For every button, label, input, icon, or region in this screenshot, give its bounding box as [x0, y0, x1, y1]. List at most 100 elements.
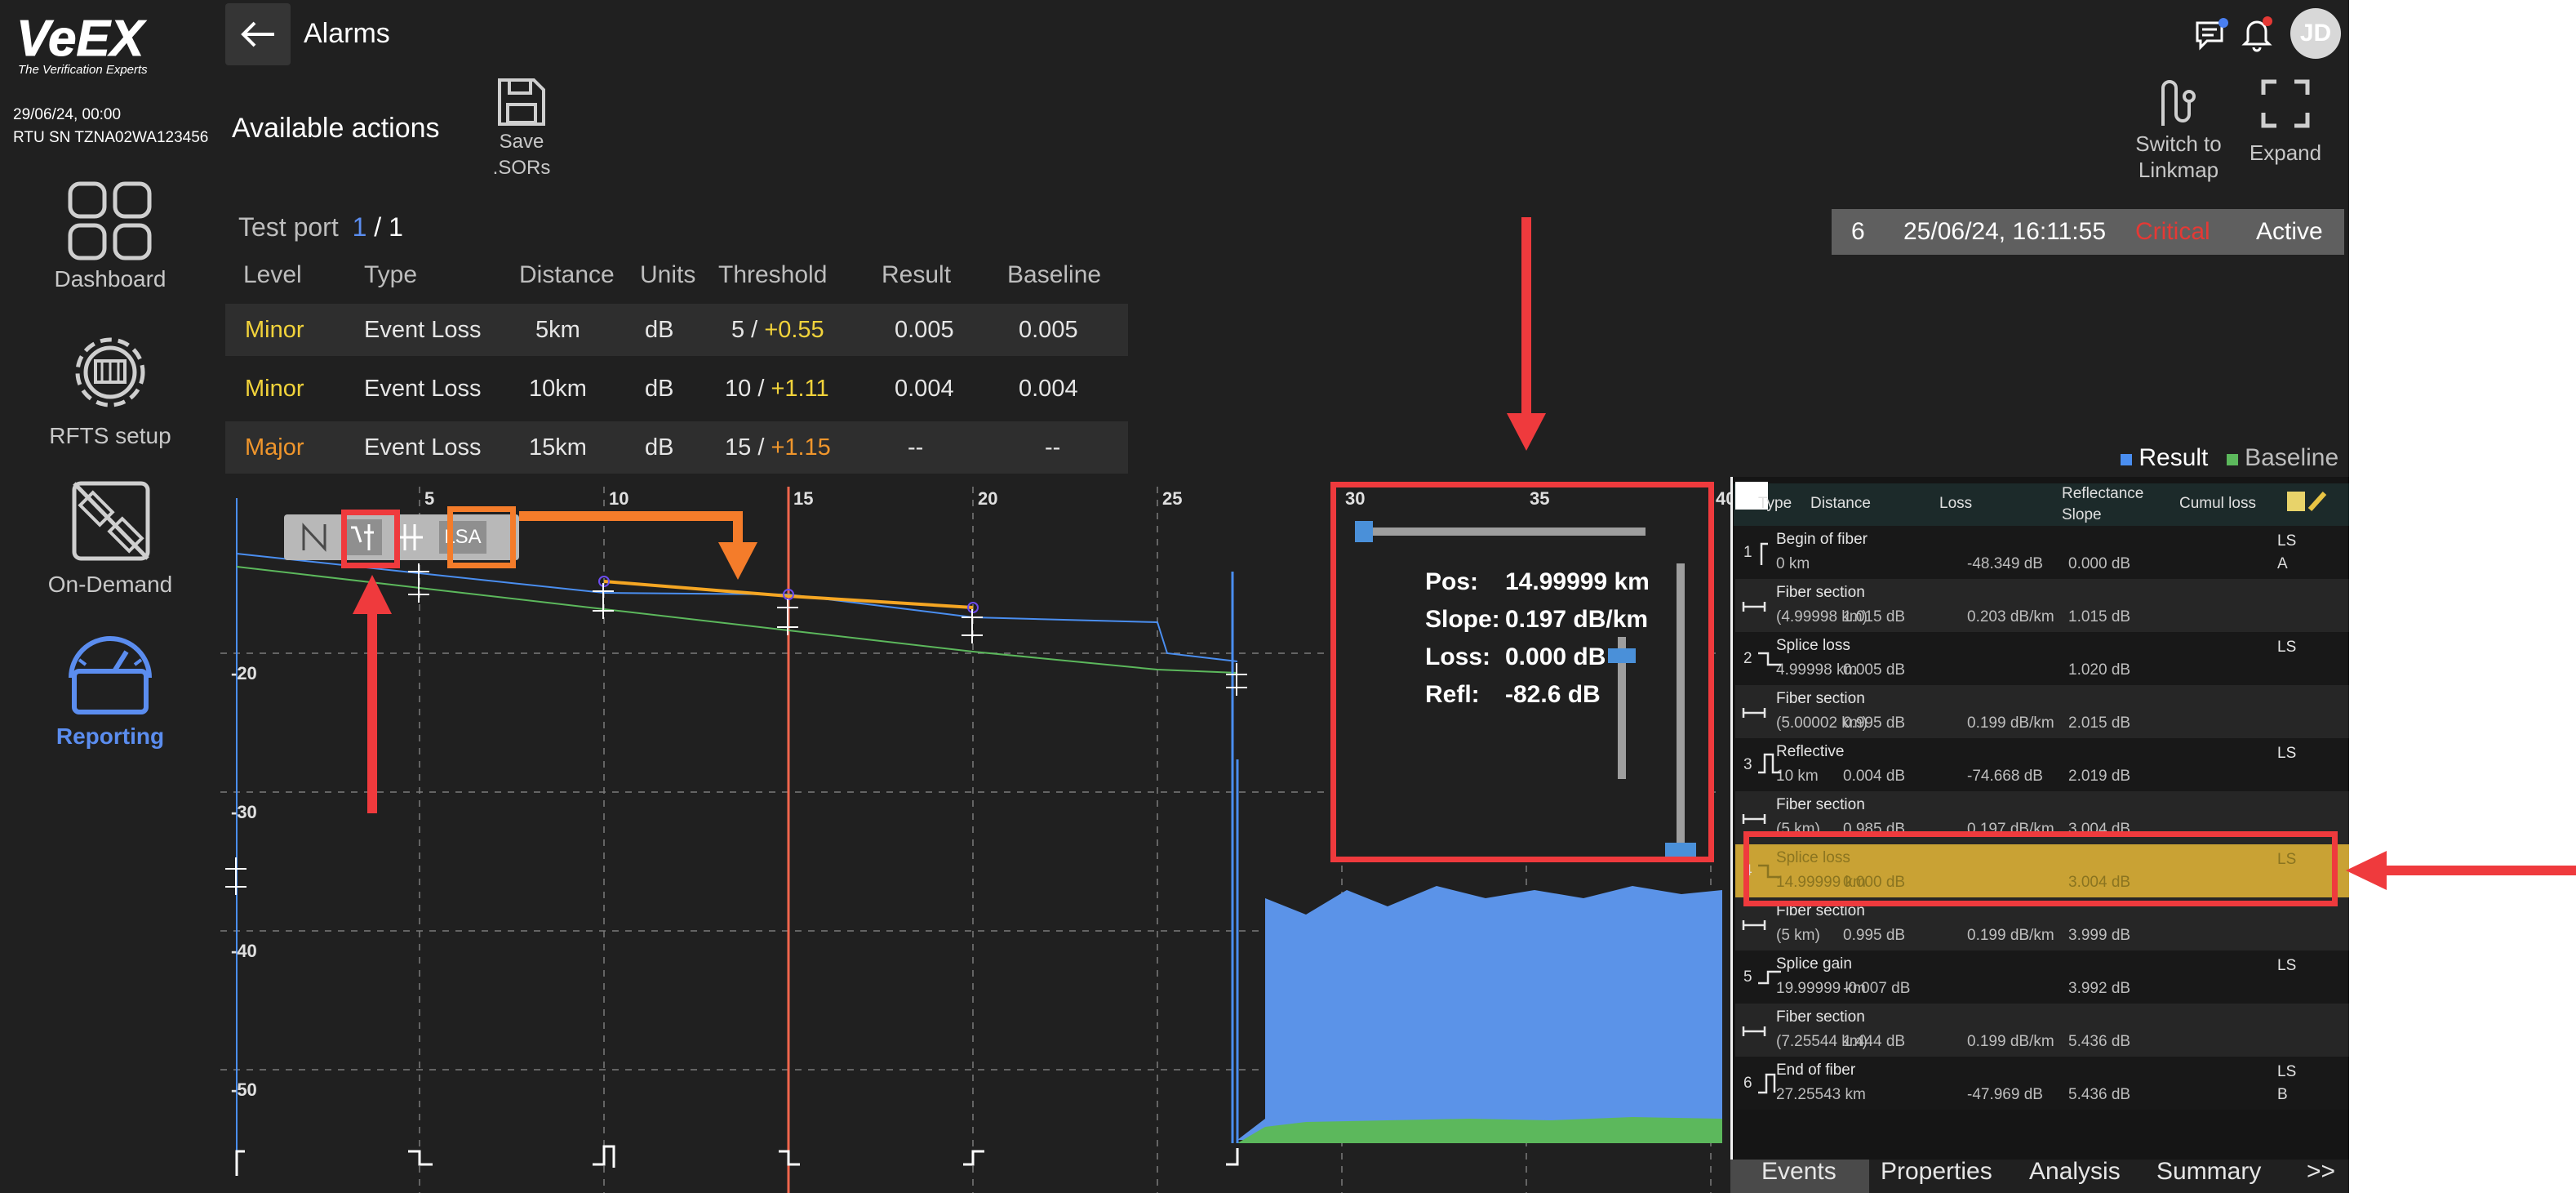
event-cumul-loss: 2.019 dB [2068, 768, 2131, 785]
event-cumul-loss: 5.436 dB [2068, 1086, 2131, 1103]
save-label: Save [499, 131, 544, 153]
tab-events-label[interactable]: Events [1761, 1158, 1837, 1186]
switch-to-linkmap-button[interactable]: Switch to Linkmap [2125, 77, 2232, 183]
alarm-row[interactable]: Major Event Loss 15km dB 15 / +1.15 -- -… [225, 421, 1128, 474]
col-header-type: Type [364, 261, 418, 288]
switch-label-ext: Linkmap [2138, 158, 2219, 182]
alarm-threshold: 10 / +1.11 [725, 363, 829, 415]
sidebar-item-on-demand[interactable]: On-Demand [16, 475, 204, 598]
avatar[interactable]: JD [2290, 8, 2341, 59]
event-row[interactable]: 1 Begin of fiber 0 km -48.349 dB 0.000 dB LS A [1735, 526, 2349, 579]
gear-icon [75, 337, 145, 407]
event-row[interactable]: 2 Splice loss 4.99998 km 0.005 dB 1.020 dB LS [1735, 632, 2349, 685]
event-name: Reflective [1776, 743, 1845, 760]
tab-more[interactable]: >> [2307, 1158, 2335, 1186]
y-tick-label: -40 [231, 941, 257, 961]
expand-icon [2261, 79, 2310, 128]
test-port-total: 1 [389, 212, 403, 242]
alarm-type: Event Loss [364, 434, 482, 461]
alarm-level: Minor [245, 376, 304, 402]
event-name: End of fiber [1776, 1062, 1856, 1079]
save-label-ext: .SORs [492, 157, 551, 179]
alarm-units: dB [645, 317, 674, 343]
event-cumul-loss: 2.015 dB [2068, 714, 2131, 732]
threshold-delta: +0.55 [764, 317, 824, 343]
events-col-cumul-loss: Cumul loss [2179, 495, 2256, 512]
event-reflectance: -48.349 dB [1967, 555, 2043, 572]
messages-icon[interactable] [2194, 16, 2230, 52]
threshold-base: 10 / [725, 376, 771, 402]
test-port-current: 1 [352, 212, 367, 242]
legend-result-swatch [2121, 454, 2132, 465]
expand-button[interactable]: Expand [2246, 77, 2325, 166]
alarm-threshold: 5 / +0.55 [731, 304, 824, 356]
legend-result-label: Result [2139, 444, 2209, 471]
device-datetime: 29/06/24, 00:00 [13, 106, 122, 123]
event-name: Fiber section [1776, 690, 1865, 707]
x-tick-label: 5 [424, 488, 435, 509]
event-row[interactable]: 5 Splice gain 19.99999 km -0.007 dB 3.992 dB… [1735, 950, 2349, 1004]
legend-baseline-swatch [2226, 454, 2238, 465]
event-row[interactable]: 6 End of fiber 27.25543 km -47.969 dB 5.436 … [1735, 1057, 2349, 1110]
threshold-base: 15 / [725, 434, 771, 461]
event-cumul-loss: 1.015 dB [2068, 608, 2131, 625]
alarm-baseline: -- [1045, 434, 1061, 461]
annotation-box-lsa [447, 506, 516, 568]
alarm-units: dB [645, 376, 674, 402]
event-flag: LS [2277, 957, 2297, 974]
splice-event-icon [1758, 652, 1781, 666]
sidebar-item-rfts-setup[interactable]: RFTS setup [16, 327, 204, 449]
sidebar-item-reporting[interactable]: Reporting [16, 627, 204, 750]
back-button[interactable] [225, 3, 291, 65]
section-event-icon [1742, 708, 1766, 718]
sidebar-item-dashboard[interactable]: Dashboard [16, 181, 204, 292]
event-loss: 1.015 dB [1843, 608, 1906, 625]
event-cumul-loss: 5.436 dB [2068, 1033, 2131, 1050]
notifications-bell-icon[interactable] [2240, 15, 2276, 52]
veex-logo: VeEX The Verification Experts [16, 11, 149, 77]
save-sors-button[interactable]: Save .SORs [485, 75, 558, 181]
tab-analysis[interactable]: Analysis [2029, 1158, 2121, 1186]
sidebar-item-label: Dashboard [54, 266, 167, 292]
trace-icon [302, 523, 326, 552]
sidebar-item-label: Reporting [56, 723, 165, 749]
section-event-icon [1742, 814, 1766, 824]
event-flag: LS [2277, 639, 2297, 656]
event-row[interactable]: Fiber section (7.25544 km) 1.444 dB 0.199 d… [1735, 1004, 2349, 1057]
trace-mode-button[interactable] [300, 521, 333, 554]
event-name: Fiber section [1776, 1008, 1865, 1026]
gauge-icon [69, 636, 152, 714]
annotation-box-event-row [1743, 831, 2338, 906]
col-header-threshold: Threshold [718, 261, 828, 288]
chart-legend: Result Baseline [2121, 444, 2338, 472]
test-port-indicator: Test port 1 / 1 [238, 212, 403, 243]
legend-baseline-label: Baseline [2245, 444, 2339, 471]
event-flag: LS [2277, 532, 2297, 550]
available-actions-title: Available actions [232, 113, 440, 144]
event-row[interactable]: 3 Reflective 10 km 0.004 dB -74.668 dB 2.019 … [1735, 738, 2349, 791]
alarm-result: -- [908, 434, 924, 461]
alarm-row[interactable]: Minor Event Loss 5km dB 5 / +0.55 0.005 … [225, 304, 1128, 356]
event-reflectance: 0.199 dB/km [1967, 714, 2054, 732]
event-row[interactable]: Fiber section (4.99998 km) 1.015 dB 0.203 d… [1735, 579, 2349, 632]
alarm-units: dB [645, 434, 674, 461]
alarm-distance: 10km [529, 376, 587, 402]
on-demand-icon [72, 481, 150, 561]
svg-text:VeEX: VeEX [16, 11, 147, 67]
alarm-threshold: 15 / +1.15 [725, 421, 831, 474]
alarm-datetime: 25/06/24, 16:11:55 [1903, 218, 2106, 245]
alarm-type: Event Loss [364, 317, 482, 343]
event-name: Fiber section [1776, 796, 1865, 813]
tab-summary[interactable]: Summary [2156, 1158, 2261, 1186]
edit-columns-icon[interactable] [2285, 490, 2328, 513]
section-event-icon [1742, 602, 1766, 612]
event-cumul-loss: 3.999 dB [2068, 927, 2131, 944]
tab-properties[interactable]: Properties [1881, 1158, 1992, 1186]
alarm-row[interactable]: Minor Event Loss 10km dB 10 / +1.11 0.00… [225, 363, 1128, 415]
event-flag: LS [2277, 745, 2297, 762]
alarm-status-bar[interactable]: 6 25/06/24, 16:11:55 Critical Active [1832, 209, 2344, 255]
event-row[interactable]: Fiber section (5.00002 km) 0.995 dB 0.199 d… [1735, 685, 2349, 738]
annotation-box-marker-button [341, 510, 400, 568]
event-reflectance: -47.969 dB [1967, 1086, 2043, 1103]
reflective-event-icon [1758, 753, 1781, 774]
